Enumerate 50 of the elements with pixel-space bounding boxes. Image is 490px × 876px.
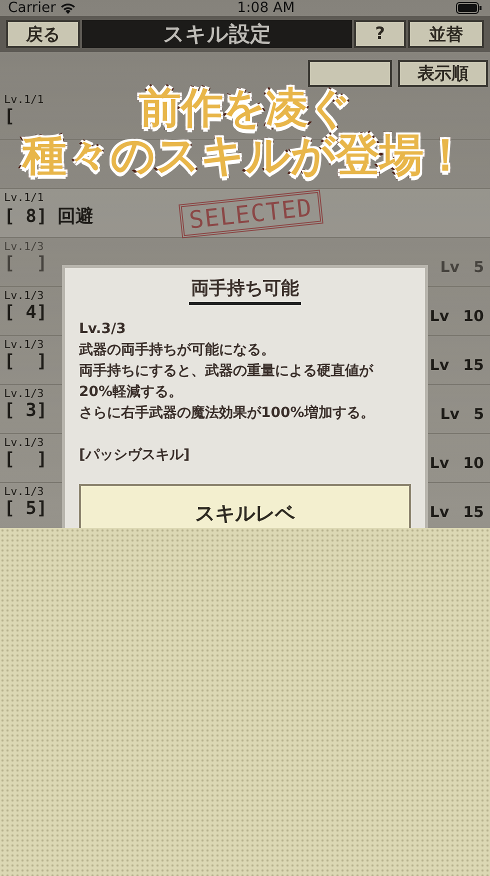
carrier-label: Carrier — [8, 0, 56, 16]
skill-slot: [ ] — [4, 449, 48, 470]
selected-stamp: SELECTED — [178, 190, 323, 238]
required-level: 15 — [463, 503, 484, 521]
required-label: Lv — [440, 405, 460, 423]
required-level: 15 — [463, 356, 484, 374]
dialog-text: 武器の両手持ちが可能になる。 — [79, 341, 276, 360]
required-label: Lv — [430, 356, 450, 374]
dialog-level: Lv.3/3 — [79, 320, 127, 339]
required-level: 5 — [474, 405, 484, 423]
skill-slot: [ 8] — [4, 206, 48, 226]
skill-slot: [ ] — [4, 351, 48, 372]
required-label: Lv — [430, 454, 450, 472]
skill-type: [パッシヴスキル] — [79, 446, 191, 465]
skill-level: Lv.1/3 — [4, 436, 44, 449]
sort-button[interactable]: 並替 — [408, 20, 484, 48]
required-level: 5 — [474, 258, 484, 276]
help-button[interactable]: ? — [354, 20, 406, 48]
dialog-text: さらに右手武器の魔法効果が100%増加する。 — [79, 404, 376, 423]
skill-level: Lv.1/3 — [4, 240, 44, 253]
skill-level: Lv.1/3 — [4, 338, 44, 351]
skill-slot: [ 5] — [4, 498, 48, 519]
back-button[interactable]: 戻る — [6, 20, 80, 48]
skill-name[interactable]: 回避 — [57, 204, 94, 228]
dialog-text: 20%軽減する。 — [79, 383, 184, 402]
wifi-icon — [60, 2, 76, 14]
clock: 1:08 AM — [237, 0, 295, 16]
skill-slot: [ 4] — [4, 302, 48, 323]
required-level: 10 — [463, 307, 484, 325]
skill-slot: [ — [4, 106, 15, 127]
skill-level: Lv.1/3 — [4, 289, 44, 302]
battery-icon — [456, 2, 482, 14]
dialog-text: 両手持ちにすると、武器の重量による硬直値が — [79, 362, 374, 381]
screen-title: スキル設定 — [82, 20, 352, 48]
skill-level-button[interactable]: スキルレベ — [79, 484, 411, 528]
skill-level: Lv.1/1 — [4, 93, 44, 106]
skill-level: Lv.1/3 — [4, 485, 44, 498]
order-button[interactable]: 表示順 — [398, 60, 488, 87]
required-label: Lv — [430, 307, 450, 325]
skill-level: Lv.1/1 — [4, 191, 44, 204]
skill-slot: [ 3] — [4, 400, 48, 421]
promo-headline: 前作を凌ぐ — [139, 84, 351, 132]
required-level: 10 — [463, 454, 484, 472]
required-label: Lv — [430, 503, 450, 521]
dialog-title: 両手持ち可能 — [189, 276, 301, 305]
filter-button[interactable] — [308, 60, 392, 87]
promo-headline: 種々のスキルが登場！ — [22, 131, 468, 180]
required-label: Lv — [440, 258, 460, 276]
skill-slot: [ ] — [4, 253, 48, 274]
skill-level: Lv.1/3 — [4, 387, 44, 400]
